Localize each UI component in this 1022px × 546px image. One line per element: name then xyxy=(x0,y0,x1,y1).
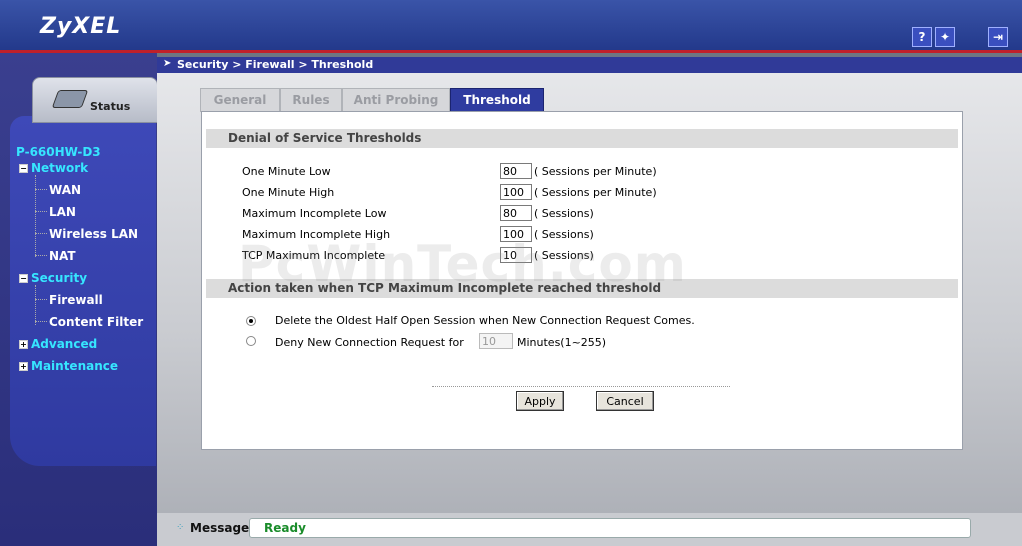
deny-new-label: Deny New Connection Request for xyxy=(275,336,464,349)
wizard-icon[interactable]: ✦ xyxy=(935,27,955,47)
header: ZyXEL xyxy=(0,0,1022,53)
device-model: P-660HW-D3 xyxy=(16,145,101,159)
sidebar-item-network[interactable]: − Network xyxy=(19,161,88,175)
message-icon: ⁘ xyxy=(176,522,185,533)
sidebar-item-firewall[interactable]: Firewall xyxy=(49,293,103,307)
dos-section-title: Denial of Service Thresholds xyxy=(206,129,958,148)
collapse-icon[interactable]: − xyxy=(19,164,28,173)
one-minute-low-input[interactable] xyxy=(500,163,532,179)
field-label: One Minute High xyxy=(242,186,335,199)
sidebar-item-label: Advanced xyxy=(31,337,98,351)
breadcrumb: Security > Firewall > Threshold xyxy=(177,58,374,71)
sidebar-item-label: Security xyxy=(31,271,88,285)
status-tab-label: Status xyxy=(90,100,131,113)
logout-icon[interactable]: ⇥ xyxy=(988,27,1008,47)
apply-button[interactable]: Apply xyxy=(516,391,564,411)
expand-icon[interactable]: + xyxy=(19,340,28,349)
tree-line xyxy=(35,189,47,190)
max-incomplete-low-input[interactable] xyxy=(500,205,532,221)
message-label: Message xyxy=(190,521,250,535)
zyxel-logo: ZyXEL xyxy=(40,14,122,39)
tree-line xyxy=(35,211,47,212)
expand-icon[interactable]: + xyxy=(19,362,28,371)
tab-anti-probing[interactable]: Anti Probing xyxy=(342,88,450,112)
field-label: One Minute Low xyxy=(242,165,331,178)
sidebar-item-security[interactable]: − Security xyxy=(19,271,87,285)
sidebar-item-maintenance[interactable]: + Maintenance xyxy=(19,359,118,373)
watermark: PcWinTech.com xyxy=(238,235,687,293)
tab-rules[interactable]: Rules xyxy=(280,88,342,112)
tree-line xyxy=(35,233,47,234)
sidebar-item-wireless-lan[interactable]: Wireless LAN xyxy=(49,227,138,241)
sidebar-item-label: Network xyxy=(31,161,89,175)
tab-general[interactable]: General xyxy=(200,88,280,112)
sidebar-item-wan[interactable]: WAN xyxy=(49,183,81,197)
collapse-icon[interactable]: − xyxy=(19,274,28,283)
cancel-button[interactable]: Cancel xyxy=(596,391,654,411)
help-icon[interactable]: ? xyxy=(912,27,932,47)
delete-oldest-label: Delete the Oldest Half Open Session when… xyxy=(275,314,695,327)
delete-oldest-radio[interactable] xyxy=(246,316,256,326)
field-label: Maximum Incomplete Low xyxy=(242,207,387,220)
tree-line xyxy=(35,285,36,325)
sidebar-item-content-filter[interactable]: Content Filter xyxy=(49,315,143,329)
unit-label: ( Sessions) xyxy=(534,207,594,220)
tree-line xyxy=(35,299,47,300)
deny-new-radio[interactable] xyxy=(246,336,256,346)
tree-line xyxy=(35,175,36,257)
breadcrumb-bar: ➤ Security > Firewall > Threshold xyxy=(157,57,1022,73)
breadcrumb-arrow-icon: ➤ xyxy=(163,58,172,69)
tree-line xyxy=(35,321,47,322)
status-message: Ready xyxy=(264,521,306,535)
sidebar-item-nat[interactable]: NAT xyxy=(49,249,76,263)
sidebar-item-lan[interactable]: LAN xyxy=(49,205,76,219)
sidebar-item-advanced[interactable]: + Advanced xyxy=(19,337,97,351)
unit-label: ( Sessions per Minute) xyxy=(534,165,657,178)
status-tab[interactable]: Status xyxy=(32,77,158,123)
message-box: Ready xyxy=(249,518,971,538)
tree-line xyxy=(35,255,47,256)
tab-threshold[interactable]: Threshold xyxy=(450,88,544,112)
one-minute-high-input[interactable] xyxy=(500,184,532,200)
button-separator xyxy=(432,386,730,387)
unit-label: ( Sessions per Minute) xyxy=(534,186,657,199)
sidebar-item-label: Maintenance xyxy=(31,359,119,373)
router-icon xyxy=(51,90,89,108)
deny-minutes-input[interactable] xyxy=(479,333,513,349)
minutes-unit-label: Minutes(1~255) xyxy=(517,336,607,349)
